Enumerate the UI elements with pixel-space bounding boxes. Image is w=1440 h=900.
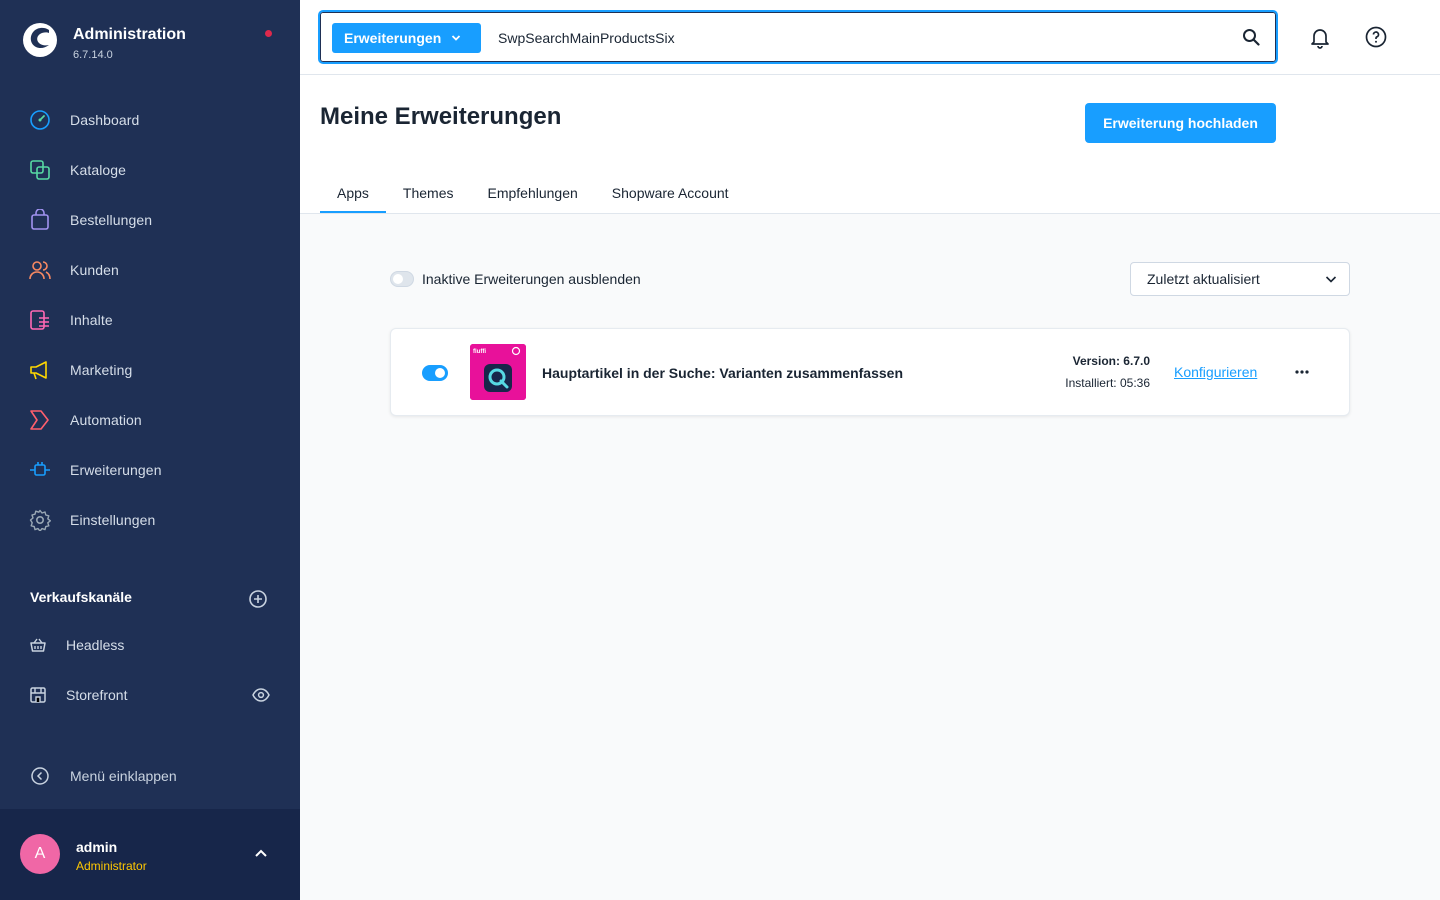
sidebar-item-marketing[interactable]: Marketing <box>0 345 300 395</box>
sidebar-item-label: Dashboard <box>70 112 140 128</box>
user-name: admin <box>76 839 118 855</box>
page-header: Meine Erweiterungen Erweiterung hochlade… <box>300 75 1440 214</box>
main-nav: Dashboard Kataloge Bestellungen Kunden I… <box>0 95 300 545</box>
tab-empfehlungen[interactable]: Empfehlungen <box>471 173 595 213</box>
extension-icon: fluffi <box>470 344 526 400</box>
users-icon <box>28 258 52 282</box>
bell-icon[interactable] <box>1308 25 1332 49</box>
sidebar-item-label: Inhalte <box>70 312 113 328</box>
sidebar-item-label: Bestellungen <box>70 212 153 228</box>
content-icon <box>28 308 52 332</box>
global-search[interactable]: Erweiterungen <box>318 10 1278 64</box>
app-version: 6.7.14.0 <box>73 49 113 61</box>
extension-version: Version: 6.7.0 <box>1072 354 1150 368</box>
extension-name: Hauptartikel in der Suche: Varianten zus… <box>542 365 904 381</box>
brand[interactable]: Administration 6.7.14.0 <box>22 22 186 61</box>
sidebar-item-einstellungen[interactable]: Einstellungen <box>0 495 300 545</box>
extension-card: fluffi Hauptartikel in der Suche: Varian… <box>390 328 1350 416</box>
sales-channel-label: Headless <box>66 637 125 653</box>
hide-inactive-label: Inaktive Erweiterungen ausblenden <box>422 271 641 287</box>
sales-channel-headless[interactable]: Headless <box>0 625 300 665</box>
search-type-dropdown[interactable]: Erweiterungen <box>332 23 481 53</box>
shopware-logo-icon <box>23 23 57 57</box>
sidebar-item-label: Automation <box>70 412 142 428</box>
page-title: Meine Erweiterungen <box>320 103 562 130</box>
sidebar-item-automation[interactable]: Automation <box>0 395 300 445</box>
gauge-icon <box>28 108 52 132</box>
hide-inactive-toggle[interactable] <box>390 271 414 287</box>
topbar: Erweiterungen <box>300 0 1440 75</box>
storefront-icon <box>30 687 46 703</box>
sidebar-item-label: Kunden <box>70 262 119 278</box>
search-icon[interactable] <box>1242 28 1260 46</box>
plug-icon <box>28 458 52 482</box>
tabs: Apps Themes Empfehlungen Shopware Accoun… <box>320 173 746 213</box>
sidebar-item-kunden[interactable]: Kunden <box>0 245 300 295</box>
user-role: Administrator <box>76 859 147 873</box>
extension-logo-text: fluffi <box>473 349 486 355</box>
chevron-down-icon <box>1325 276 1337 283</box>
upload-extension-button[interactable]: Erweiterung hochladen <box>1085 103 1276 143</box>
sidebar-item-label: Marketing <box>70 362 133 378</box>
chevron-left-circle-icon <box>31 767 49 785</box>
sales-channel-storefront[interactable]: Storefront <box>0 675 300 715</box>
sidebar-item-erweiterungen[interactable]: Erweiterungen <box>0 445 300 495</box>
basket-icon <box>30 638 46 652</box>
extension-logo-icon: fluffi <box>470 344 526 400</box>
more-options-icon[interactable] <box>1293 363 1311 381</box>
sidebar-item-label: Erweiterungen <box>70 462 162 478</box>
sidebar-item-label: Einstellungen <box>70 512 156 528</box>
sales-channels-title: Verkaufskanäle <box>30 589 132 605</box>
extension-active-toggle[interactable] <box>422 365 448 381</box>
collapse-menu-label: Menü einklappen <box>70 768 177 784</box>
sidebar-item-label: Kataloge <box>70 162 127 178</box>
sort-value: Zuletzt aktualisiert <box>1147 271 1260 287</box>
automation-icon <box>28 408 52 432</box>
catalog-icon <box>28 158 52 182</box>
sales-channel-label: Storefront <box>66 687 128 703</box>
gear-icon <box>28 508 52 532</box>
search-type-label: Erweiterungen <box>344 30 442 46</box>
megaphone-icon <box>28 358 52 382</box>
sidebar-item-bestellungen[interactable]: Bestellungen <box>0 195 300 245</box>
shopping-bag-icon <box>28 208 52 232</box>
configure-link[interactable]: Konfigurieren <box>1174 364 1257 380</box>
sort-select[interactable]: Zuletzt aktualisiert <box>1130 262 1350 296</box>
chevron-up-icon[interactable] <box>254 848 268 858</box>
sidebar: Administration 6.7.14.0 Dashboard Katalo… <box>0 0 300 900</box>
sidebar-item-kataloge[interactable]: Kataloge <box>0 145 300 195</box>
tab-apps[interactable]: Apps <box>320 173 386 213</box>
extension-installed: Installiert: 05:36 <box>1065 376 1150 390</box>
collapse-menu-button[interactable]: Menü einklappen <box>30 766 177 786</box>
tab-themes[interactable]: Themes <box>386 173 471 213</box>
app-title: Administration <box>73 26 186 43</box>
notification-dot <box>265 30 272 37</box>
tab-shopware-account[interactable]: Shopware Account <box>595 173 746 213</box>
eye-icon[interactable] <box>252 687 270 703</box>
add-sales-channel-icon[interactable] <box>248 589 268 609</box>
avatar: A <box>20 834 60 874</box>
search-input[interactable] <box>498 24 1198 52</box>
chevron-down-icon <box>452 35 461 41</box>
help-icon[interactable] <box>1364 25 1388 49</box>
sidebar-item-inhalte[interactable]: Inhalte <box>0 295 300 345</box>
user-panel[interactable]: A admin Administrator <box>0 809 300 900</box>
sidebar-item-dashboard[interactable]: Dashboard <box>0 95 300 145</box>
